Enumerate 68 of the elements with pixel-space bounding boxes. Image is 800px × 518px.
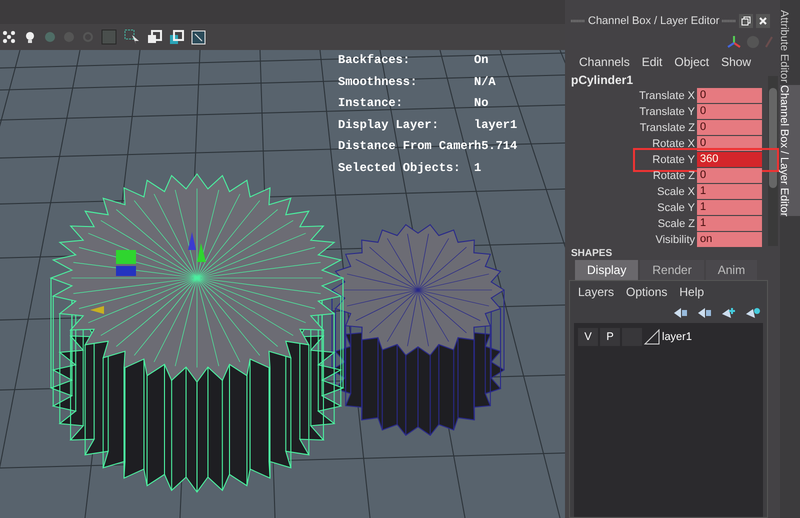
tab[interactable]: Display xyxy=(575,260,638,280)
grip-icon[interactable] xyxy=(722,18,736,24)
channel-value-field[interactable]: 1 xyxy=(697,200,762,215)
channel-value-field[interactable]: 360 xyxy=(697,152,762,167)
panel-title: Channel Box / Layer Editor xyxy=(588,14,720,29)
hud-label: Smoothness: xyxy=(338,74,418,90)
hud-label: Display Layer: xyxy=(338,116,440,134)
channel-value-field[interactable]: 0 xyxy=(697,104,762,119)
grip-icon[interactable] xyxy=(571,18,585,24)
grid-dots-icon[interactable] xyxy=(2,30,16,44)
hud-label: Selected Objects: xyxy=(338,160,462,176)
section-heading: SHAPES xyxy=(570,248,612,260)
menu-item[interactable]: Layers xyxy=(578,283,614,301)
object-name: pCylinder1 xyxy=(570,72,634,88)
channel-label: Visibility xyxy=(654,232,696,248)
hud-value: layer1 xyxy=(474,116,518,134)
close-button[interactable] xyxy=(756,14,770,28)
hud-value: On xyxy=(474,52,488,69)
channel-value-field[interactable]: 1 xyxy=(697,216,762,231)
playback-toggle[interactable]: P xyxy=(600,328,620,346)
light-bulb-icon[interactable] xyxy=(23,30,37,44)
menu-item[interactable]: Help xyxy=(679,283,704,301)
hud-value: N/A xyxy=(474,74,496,90)
hud-value: No xyxy=(474,95,488,112)
scrollbar[interactable] xyxy=(768,76,778,246)
menu-item[interactable]: Options xyxy=(626,283,668,301)
hud-value: h5.714 xyxy=(474,138,518,155)
new-layer-icon[interactable] xyxy=(721,307,737,319)
menu-item[interactable]: Object xyxy=(674,53,710,71)
close-icon xyxy=(758,16,768,26)
channel-label: Translate Y xyxy=(638,104,696,120)
channel-label: Translate Z xyxy=(638,120,696,136)
float-window-icon xyxy=(741,16,752,26)
triangle-icon xyxy=(644,329,660,345)
channel-label: Scale Y xyxy=(656,200,696,216)
tab[interactable]: Anim xyxy=(706,260,758,280)
select-cursor-icon[interactable] xyxy=(124,29,140,45)
menu-item[interactable]: Edit xyxy=(642,53,662,71)
channel-value-field[interactable]: 1 xyxy=(697,184,762,199)
channel-value-field[interactable]: 0 xyxy=(697,120,762,135)
overlap-squares-icon[interactable] xyxy=(147,30,162,44)
channel-label: Translate X xyxy=(638,88,696,104)
window-icon[interactable] xyxy=(169,30,184,44)
hud-label: Distance From Camer xyxy=(338,138,474,155)
menu-item[interactable]: Show xyxy=(721,53,752,71)
channel-label: Rotate Y xyxy=(651,152,696,168)
channel-label: Scale X xyxy=(656,184,696,200)
channel-label: Scale Z xyxy=(656,216,696,232)
menu-item[interactable]: Channels xyxy=(579,53,630,71)
layer-up-icon[interactable] xyxy=(673,307,689,319)
float-button[interactable] xyxy=(739,14,754,28)
axis-icon[interactable] xyxy=(726,34,742,50)
layer-settings-icon[interactable] xyxy=(745,307,761,319)
tab[interactable]: Render xyxy=(640,260,704,280)
hud-label: Instance: xyxy=(338,95,404,112)
channel-value-field[interactable]: 0 xyxy=(697,88,762,103)
hud-value: 1 xyxy=(474,160,482,176)
channel-label: Rotate Z xyxy=(652,168,696,184)
visibility-toggle[interactable]: V xyxy=(578,328,598,346)
layer-name[interactable]: layer1 xyxy=(662,328,692,346)
channel-label: Rotate X xyxy=(651,136,696,152)
channel-value-field[interactable]: 0 xyxy=(697,168,762,183)
resize-frame-icon[interactable] xyxy=(191,30,206,44)
channel-value-field[interactable]: on xyxy=(697,232,762,247)
hud-label: Backfaces: xyxy=(338,52,412,69)
side-tab[interactable]: Channel Box / Layer Editor xyxy=(780,84,800,216)
layer-down-icon[interactable] xyxy=(697,307,713,319)
move-manipulator-icon xyxy=(90,232,206,314)
